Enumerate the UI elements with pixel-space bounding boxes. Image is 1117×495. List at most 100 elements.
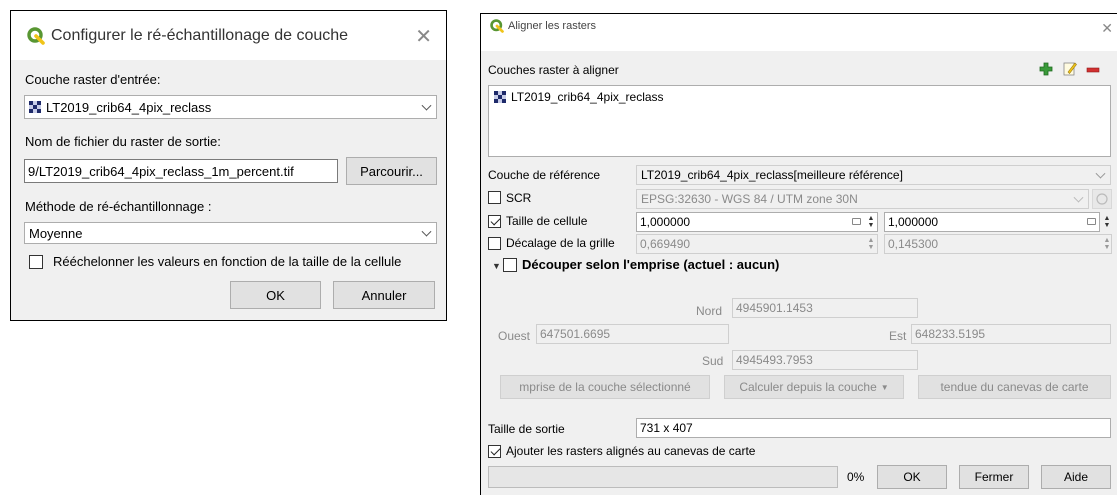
east-label: Est xyxy=(889,329,907,343)
south-input[interactable]: 4945493.7953 xyxy=(732,350,918,370)
east-value: 648233.5195 xyxy=(915,327,986,341)
resample-dialog-title: Configurer le ré-échantillonage de couch… xyxy=(51,26,349,44)
align-rasters-dialog: Aligner les rasters ✕ Couches raster à a… xyxy=(480,13,1117,495)
cell-size-y-value: 1,000000 xyxy=(888,215,939,229)
output-size-input: 731 x 407 xyxy=(636,418,1111,438)
list-item[interactable]: LT2019_crib64_4pix_reclass xyxy=(494,90,664,104)
ok-button-label: OK xyxy=(903,470,921,484)
grid-offset-checkbox[interactable] xyxy=(488,237,501,250)
edit-icon[interactable] xyxy=(1063,61,1077,76)
reference-layer-label: Couche de référence xyxy=(488,168,601,182)
help-button[interactable]: Aide xyxy=(1041,465,1111,489)
align-dialog-titlebar: Aligner les rasters ✕ xyxy=(481,14,1117,52)
add-icon[interactable] xyxy=(1039,62,1053,76)
scr-combo[interactable]: EPSG:32630 - WGS 84 / UTM zone 30N xyxy=(636,189,1089,209)
north-value: 4945901.1453 xyxy=(736,301,813,315)
scr-label: SCR xyxy=(506,191,532,205)
grid-offset-x-input[interactable]: 0,669490 xyxy=(636,234,878,254)
west-label: Ouest xyxy=(498,329,531,343)
rescale-checkbox[interactable] xyxy=(29,255,43,269)
cell-size-y-input[interactable]: 1,000000 xyxy=(884,212,1100,232)
close-button[interactable]: Fermer xyxy=(959,465,1029,489)
qgis-logo-icon xyxy=(27,26,45,45)
reference-layer-value: LT2019_crib64_4pix_reclass[meilleure réf… xyxy=(641,168,903,182)
resample-method-combo[interactable]: Moyenne xyxy=(24,222,437,244)
output-size-label: Taille de sortie xyxy=(488,422,565,436)
collapse-triangle-icon[interactable]: ▼ xyxy=(492,261,501,271)
progress-bar xyxy=(488,466,838,488)
grid-offset-x-value: 0,669490 xyxy=(640,237,691,251)
ok-button-label: OK xyxy=(266,287,285,303)
west-value: 647501.6695 xyxy=(540,327,611,341)
cell-size-label: Taille de cellule xyxy=(506,214,588,228)
raster-layer-icon xyxy=(29,101,43,113)
add-to-canvas-checkbox[interactable] xyxy=(488,445,501,458)
input-layer-combo[interactable]: LT2019_crib64_4pix_reclass xyxy=(24,95,437,119)
spinbox-arrows-icon[interactable]: ▲ ▼ xyxy=(1102,213,1112,231)
clear-icon[interactable] xyxy=(852,218,861,225)
spinbox-arrows-icon[interactable]: ▲ ▼ xyxy=(866,235,876,253)
canvas-extent-button-label: tendue du canevas de carte xyxy=(940,380,1089,394)
cell-size-checkbox[interactable] xyxy=(488,215,501,228)
calculate-from-layer-button[interactable]: Calculer depuis la couche ▼ xyxy=(724,375,904,399)
crs-selector-icon[interactable] xyxy=(1092,189,1112,209)
clear-icon[interactable] xyxy=(1087,218,1096,225)
layer-extent-button[interactable]: mprise de la couche sélectionné xyxy=(500,375,710,399)
browse-button[interactable]: Parcourir... xyxy=(346,157,437,185)
align-dialog-title: Aligner les rasters xyxy=(508,19,597,32)
grid-offset-label: Décalage de la grille xyxy=(506,236,615,250)
ok-button[interactable]: OK xyxy=(877,465,947,489)
input-layer-label: Couche raster d'entrée: xyxy=(25,72,161,87)
chevron-down-icon xyxy=(1095,168,1106,179)
output-size-value: 731 x 407 xyxy=(640,421,693,435)
remove-icon[interactable] xyxy=(1086,64,1100,74)
chevron-down-icon: ▼ xyxy=(880,382,889,392)
south-label: Sud xyxy=(702,354,724,368)
close-icon[interactable]: ✕ xyxy=(1101,20,1113,37)
close-button-label: Fermer xyxy=(974,470,1014,484)
output-file-input[interactable]: 9/LT2019_crib64_4pix_reclass_1m_percent.… xyxy=(24,159,338,183)
close-icon[interactable]: ✕ xyxy=(415,24,432,49)
layer-extent-button-label: mprise de la couche sélectionné xyxy=(519,380,691,394)
spinbox-arrows-icon[interactable]: ▲ ▼ xyxy=(866,213,876,231)
north-label: Nord xyxy=(696,304,723,318)
calculate-from-layer-button-label: Calculer depuis la couche xyxy=(739,380,877,394)
browse-button-label: Parcourir... xyxy=(360,163,423,179)
output-file-label: Nom de fichier du raster de sortie: xyxy=(25,134,221,149)
cancel-button[interactable]: Annuler xyxy=(333,281,435,309)
cell-size-x-input[interactable]: 1,000000 xyxy=(636,212,878,232)
progress-text: 0% xyxy=(847,470,865,484)
resample-method-label: Méthode de ré-échantillonnage : xyxy=(25,199,212,214)
chevron-down-icon xyxy=(1073,192,1084,203)
chevron-down-icon xyxy=(421,100,432,111)
cell-size-x-value: 1,000000 xyxy=(640,215,691,229)
spinbox-arrows-icon[interactable]: ▲ ▼ xyxy=(1102,235,1112,253)
resample-dialog: Configurer le ré-échantillonage de couch… xyxy=(10,10,447,321)
resample-method-value: Moyenne xyxy=(29,225,83,241)
south-value: 4945493.7953 xyxy=(736,353,813,367)
qgis-logo-icon xyxy=(490,18,504,33)
canvas-extent-button[interactable]: tendue du canevas de carte xyxy=(918,375,1111,399)
resample-dialog-titlebar: Configurer le ré-échantillonage de couch… xyxy=(11,11,446,60)
help-button-label: Aide xyxy=(1063,470,1089,484)
clip-extent-checkbox[interactable] xyxy=(503,258,517,272)
add-to-canvas-label: Ajouter les rasters alignés au canevas d… xyxy=(506,444,756,458)
grid-offset-y-input[interactable]: 0,145300 xyxy=(884,234,1112,254)
west-input[interactable]: 647501.6695 xyxy=(536,324,729,344)
east-input[interactable]: 648233.5195 xyxy=(911,324,1111,344)
grid-offset-y-value: 0,145300 xyxy=(888,237,939,251)
reference-layer-combo[interactable]: LT2019_crib64_4pix_reclass[meilleure réf… xyxy=(636,165,1111,185)
list-item-label: LT2019_crib64_4pix_reclass xyxy=(511,90,664,104)
scr-value: EPSG:32630 - WGS 84 / UTM zone 30N xyxy=(641,192,858,206)
cancel-button-label: Annuler xyxy=(361,287,407,303)
rescale-label: Rééchelonner les valeurs en fonction de … xyxy=(53,254,402,269)
raster-layer-icon xyxy=(494,91,508,103)
ok-button[interactable]: OK xyxy=(230,281,321,309)
scr-checkbox[interactable] xyxy=(488,191,501,204)
output-file-value: 9/LT2019_crib64_4pix_reclass_1m_percent.… xyxy=(28,163,294,179)
north-input[interactable]: 4945901.1453 xyxy=(732,298,918,318)
input-layer-value: LT2019_crib64_4pix_reclass xyxy=(46,99,212,115)
rasters-list[interactable]: LT2019_crib64_4pix_reclass xyxy=(488,85,1111,157)
chevron-down-icon xyxy=(421,226,432,237)
clip-extent-label: Découper selon l'emprise (actuel : aucun… xyxy=(522,257,780,272)
